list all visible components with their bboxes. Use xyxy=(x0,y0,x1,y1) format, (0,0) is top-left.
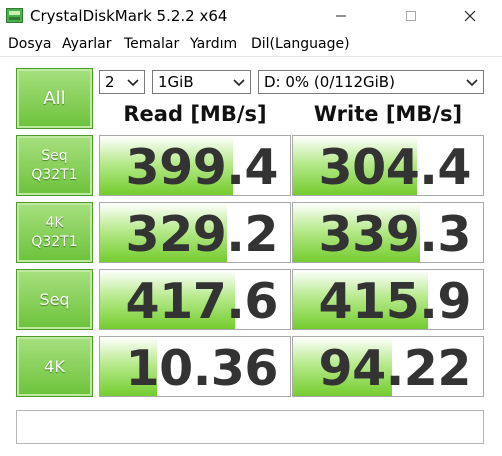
4k-read-value: 10.36 xyxy=(125,340,279,397)
seq-q32t1-read-cell: 399.4 xyxy=(99,135,291,196)
drive-select[interactable]: D: 0% (0/112GiB) xyxy=(258,70,484,94)
4k-label: 4K xyxy=(44,357,65,376)
4k-q32t1-write-cell: 339.3 xyxy=(292,202,484,263)
maximize-icon xyxy=(406,11,416,21)
seq-q32t1-read-value: 399.4 xyxy=(125,139,279,196)
seq-label: Seq xyxy=(39,290,70,309)
seq-button[interactable]: Seq xyxy=(16,269,93,330)
count-select-value: 2 xyxy=(105,73,115,91)
write-header: Write [MB/s] xyxy=(313,102,463,126)
4k-q32t1-write-value: 339.3 xyxy=(318,206,472,263)
seq-q32t1-write-value: 304.4 xyxy=(318,139,472,196)
seq-write-cell: 415.9 xyxy=(292,269,484,330)
maximize-button[interactable] xyxy=(388,0,434,32)
4k-q32t1-label: 4K Q32T1 xyxy=(31,214,78,250)
menu-language[interactable]: Dil(Language) xyxy=(251,36,350,52)
4k-write-cell: 94.22 xyxy=(292,336,484,397)
close-button[interactable] xyxy=(447,0,493,32)
4k-q32t1-read-value: 329.2 xyxy=(125,206,279,263)
menu-temalar[interactable]: Temalar xyxy=(124,36,179,52)
4k-button[interactable]: 4K xyxy=(16,336,93,397)
seq-read-cell: 417.6 xyxy=(99,269,291,330)
count-select[interactable]: 2 xyxy=(99,70,145,94)
seq-q32t1-label: Seq Q32T1 xyxy=(31,147,78,183)
window-title: CrystalDiskMark 5.2.2 x64 xyxy=(30,7,228,25)
4k-write-value: 94.22 xyxy=(318,340,472,397)
all-button[interactable]: All xyxy=(16,68,93,129)
menu-dosya[interactable]: Dosya xyxy=(8,36,52,52)
minimize-button[interactable] xyxy=(318,0,364,32)
4k-read-cell: 10.36 xyxy=(99,336,291,397)
comment-field[interactable] xyxy=(16,410,484,444)
size-select[interactable]: 1GiB xyxy=(152,70,251,94)
drive-select-value: D: 0% (0/112GiB) xyxy=(264,73,395,91)
seq-write-value: 415.9 xyxy=(318,273,472,330)
title-bar[interactable]: CrystalDiskMark 5.2.2 x64 xyxy=(0,0,502,32)
close-icon xyxy=(464,10,476,22)
all-button-label: All xyxy=(43,88,66,109)
seq-read-value: 417.6 xyxy=(125,273,279,330)
size-select-value: 1GiB xyxy=(158,73,194,91)
chevron-down-icon xyxy=(127,79,139,87)
menu-ayarlar[interactable]: Ayarlar xyxy=(62,36,111,52)
seq-q32t1-write-cell: 304.4 xyxy=(292,135,484,196)
app-icon xyxy=(6,8,23,23)
4k-q32t1-read-cell: 329.2 xyxy=(99,202,291,263)
seq-q32t1-button[interactable]: Seq Q32T1 xyxy=(16,135,93,196)
menu-yardim[interactable]: Yardım xyxy=(190,36,237,52)
menu-bar: Dosya Ayarlar Temalar Yardım Dil(Languag… xyxy=(0,32,502,56)
chevron-down-icon xyxy=(466,79,478,87)
read-header: Read [MB/s] xyxy=(123,102,267,126)
minimize-icon xyxy=(336,15,346,17)
4k-q32t1-button[interactable]: 4K Q32T1 xyxy=(16,202,93,263)
chevron-down-icon xyxy=(233,79,245,87)
